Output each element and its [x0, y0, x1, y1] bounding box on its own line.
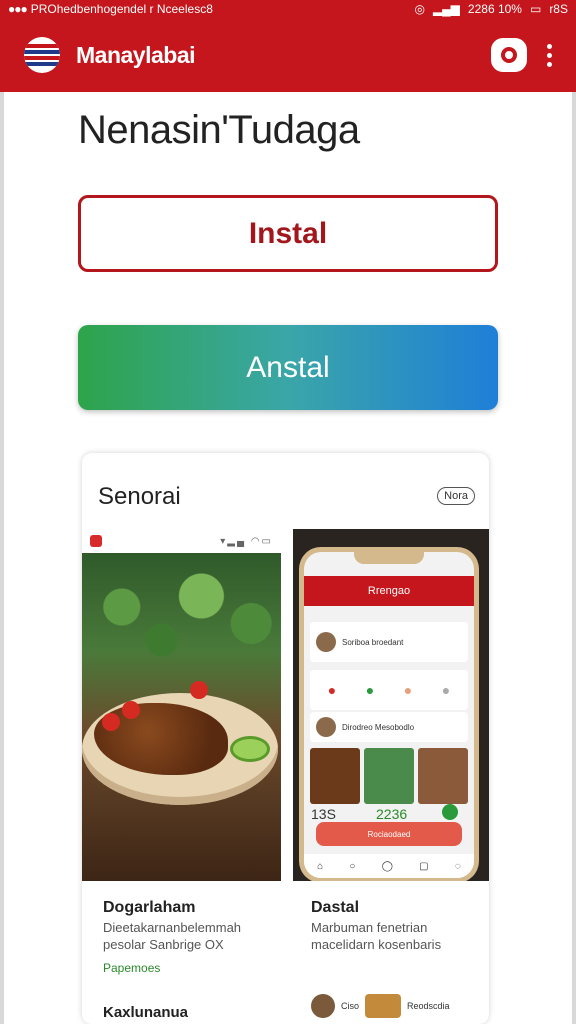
shot1-caption-link[interactable]: Papemoes	[103, 961, 160, 975]
phone-icon-row: ● ● ● ●	[310, 670, 468, 710]
shot1-caption-desc: pesolar Sanbrige OX	[103, 937, 224, 952]
phone-photo-grid	[310, 748, 468, 804]
chat-icon: ●	[365, 682, 375, 698]
install-gradient-button[interactable]: Anstal	[78, 325, 498, 410]
status-green-icon	[442, 804, 458, 820]
heart-icon: ●	[327, 682, 337, 698]
phone-header: Rrengao	[304, 576, 474, 606]
search-icon: ○	[349, 860, 356, 872]
phone-list-row: Soriboa broedant	[310, 622, 468, 662]
shot2-caption-title: Dastal	[311, 899, 360, 916]
app-bar: Manaylabai	[0, 18, 576, 92]
thumb-label: Ciso	[341, 1001, 360, 1011]
food-photo	[82, 553, 281, 881]
install-outline-button[interactable]: Instal	[78, 195, 498, 272]
phone-row-name: Dirodreo Mesobodlo	[342, 722, 415, 732]
phone-frame: Rrengao Soriboa broedant ● ● ● ● Dirodre…	[299, 547, 479, 881]
mini-signal-icon: ▾▂▄ ◠▭	[220, 535, 273, 547]
shot2-caption-desc: Marbuman fenetrian	[311, 920, 428, 935]
phone-row-name: Soriboa broedant	[342, 637, 404, 647]
circle-icon: ◯	[381, 860, 393, 872]
thumb-food	[365, 994, 402, 1018]
card-more-pill[interactable]: Nora	[437, 487, 475, 505]
battery-label: r8S	[549, 2, 568, 16]
app-badge-icon	[90, 535, 102, 547]
profile-icon: ◌	[454, 860, 461, 872]
frame-border-left	[0, 92, 4, 1024]
shot2-caption-desc: macelidarn kosenbaris	[311, 937, 442, 952]
phone-list-row: Dirodreo Mesobodlo	[310, 712, 468, 742]
stat-mid: 2236	[376, 806, 408, 822]
wifi-icon: ▂▄▆	[432, 2, 460, 16]
chat-icon: ▢	[419, 860, 429, 872]
alarm-icon: ◎	[414, 2, 425, 16]
app-logo-icon	[24, 37, 60, 73]
signal-dots-icon: ●●●	[8, 2, 28, 16]
thumb-avatar	[311, 994, 335, 1018]
more-options-icon[interactable]	[547, 43, 552, 67]
card-title: Senorai	[98, 483, 181, 510]
shot1-caption-title: Dogarlaham	[103, 899, 196, 916]
app-title: Manaylabai	[76, 41, 196, 68]
thumb-label: Reodscdia	[407, 1001, 450, 1011]
status-left-text: PROhedbenhogendel r Nceelesc8	[30, 2, 213, 16]
share-icon: ●	[403, 682, 413, 698]
status-bar: ●●● PROhedbenhogendel r Nceelesc8 ◎ ▂▄▆ …	[0, 0, 576, 18]
stat-left: 13S	[311, 806, 336, 822]
phone-bottom-nav: ⌂ ○ ◯ ▢ ◌	[304, 854, 474, 878]
battery-icon: ▭	[529, 2, 542, 16]
home-icon: ⌂	[317, 860, 324, 872]
screenshot-food-photo[interactable]: ▾▂▄ ◠▭	[82, 529, 281, 881]
screenshots-card: Senorai Nora ▾▂▄ ◠▭ Rrengao Soriboa broe…	[82, 453, 489, 1024]
frame-border-right	[572, 92, 576, 1024]
card-bottom-item[interactable]: Kaxlunanua	[103, 1004, 188, 1021]
search-icon[interactable]	[491, 38, 527, 72]
mini-status-bar: ▾▂▄ ◠▭	[82, 529, 281, 553]
more-icon: ●	[441, 682, 451, 698]
status-right-text: 2286 10%	[467, 2, 522, 16]
phone-cta-button: Rociaodaed	[316, 822, 462, 846]
screenshot-phone-mockup[interactable]: Rrengao Soriboa broedant ● ● ● ● Dirodre…	[293, 529, 489, 881]
shot2-thumbnails: Ciso Reodscdia	[311, 994, 450, 1018]
page-title: Nenasin'Tudaga	[78, 108, 360, 152]
shot1-caption-desc: Dieetakarnanbelemmah	[103, 920, 242, 935]
